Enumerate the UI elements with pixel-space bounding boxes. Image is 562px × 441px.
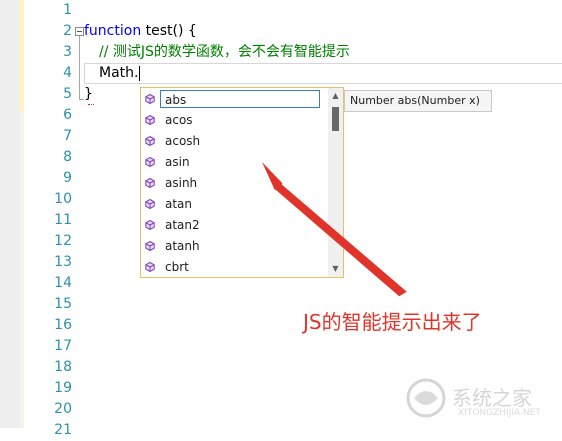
scroll-down-arrow-icon[interactable]: ▼ — [328, 262, 343, 276]
completion-item-label: cbrt — [165, 260, 189, 274]
annotation-caption: JS的智能提示出来了 — [303, 310, 482, 334]
line-number: 15 — [54, 296, 72, 312]
code-line-2[interactable]: function test() { — [84, 21, 197, 42]
signature-tooltip: Number abs(Number x) — [344, 90, 492, 112]
method-cube-icon — [145, 241, 155, 251]
watermark-logo-icon — [406, 378, 446, 418]
line-number: 12 — [54, 233, 72, 249]
line-number: 16 — [54, 317, 72, 333]
completion-item-cbrt[interactable]: cbrt — [141, 257, 325, 278]
completion-item-abs[interactable]: abs — [141, 89, 325, 110]
completion-item-atan2[interactable]: atan2 — [141, 215, 325, 236]
line-number: 8 — [63, 149, 72, 165]
method-cube-icon — [145, 157, 155, 167]
completion-item-asinh[interactable]: asinh — [141, 173, 325, 194]
text-caret — [139, 65, 141, 81]
math-expression: Math. — [99, 65, 139, 81]
line-number: 4 — [63, 65, 72, 81]
line-number: 7 — [63, 128, 72, 144]
completion-item-label: acos — [165, 113, 193, 127]
completion-item-label: asin — [165, 155, 190, 169]
method-cube-icon — [145, 136, 155, 146]
completion-item-asin[interactable]: asin — [141, 152, 325, 173]
line-number: 21 — [54, 422, 72, 438]
line-number: 1 — [63, 2, 72, 18]
completion-item-acos[interactable]: acos — [141, 110, 325, 131]
line-number: 14 — [54, 275, 72, 291]
code-line-4[interactable]: Math. — [99, 63, 141, 84]
watermark-text: 系统之家 — [452, 386, 532, 410]
collapse-toggle-icon[interactable] — [75, 27, 84, 36]
error-squiggle — [88, 100, 94, 105]
method-cube-icon — [145, 115, 155, 125]
line-number: 5 — [63, 86, 72, 102]
code-editor-window: 1 2 3 4 5 6 7 8 9 10 11 12 13 14 15 16 1… — [0, 0, 562, 438]
completion-item-label: abs — [160, 90, 320, 108]
line-number: 20 — [54, 401, 72, 417]
completion-item-atan[interactable]: atan — [141, 194, 325, 215]
function-signature: test() { — [141, 23, 197, 39]
line-number: 13 — [54, 254, 72, 270]
line-number: 18 — [54, 359, 72, 375]
method-cube-icon — [145, 220, 155, 230]
site-watermark: 系统之家 XITONGZHIJIA.NET — [400, 370, 562, 428]
line-number: 9 — [63, 170, 72, 186]
completion-item-label: acosh — [165, 134, 201, 148]
line-number: 17 — [54, 338, 72, 354]
method-cube-icon — [145, 178, 155, 188]
method-cube-icon — [145, 199, 155, 209]
indicator-margin — [0, 0, 20, 428]
line-number: 10 — [54, 191, 72, 207]
completion-item-label: atan2 — [165, 218, 200, 232]
intellisense-completion-list[interactable]: abs acos acosh asin asinh atan atan2 ata… — [140, 87, 344, 278]
completion-item-acosh[interactable]: acosh — [141, 131, 325, 152]
line-number: 11 — [54, 212, 72, 228]
line-number: 6 — [63, 107, 72, 123]
code-line-3[interactable]: // 测试JS的数学函数，会不会有智能提示 — [99, 42, 350, 63]
method-cube-icon — [145, 94, 155, 104]
completion-item-atanh[interactable]: atanh — [141, 236, 325, 257]
completion-scrollbar[interactable]: ▲ ▼ — [328, 88, 343, 277]
line-number: 2 — [63, 23, 72, 39]
completion-item-label: asinh — [165, 176, 198, 190]
scroll-thumb[interactable] — [332, 107, 339, 131]
outlining-guide — [79, 36, 80, 100]
line-number: 19 — [54, 380, 72, 396]
watermark-subtext: XITONGZHIJIA.NET — [458, 408, 541, 418]
completion-item-label: atan — [165, 197, 193, 211]
keyword-function: function — [84, 23, 142, 39]
completion-item-label: atanh — [165, 239, 200, 253]
method-cube-icon — [145, 262, 155, 272]
code-comment: // 测试JS的数学函数，会不会有智能提示 — [99, 44, 350, 60]
line-number: 3 — [63, 44, 72, 60]
current-line-highlight — [84, 63, 562, 84]
scroll-up-arrow-icon[interactable]: ▲ — [328, 89, 343, 103]
